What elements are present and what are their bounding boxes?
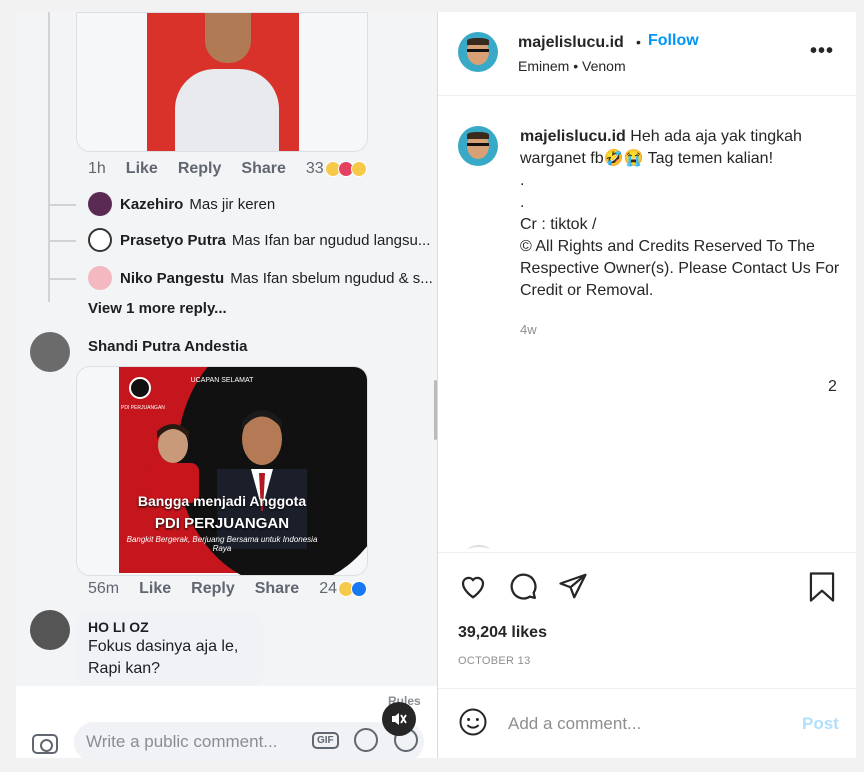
camera-icon — [32, 734, 58, 754]
thread-branch — [48, 240, 76, 242]
comment-text: Fokus dasinya aja le, — [88, 638, 239, 655]
reply-text: Mas Ifan bar ngudud langsu... — [231, 231, 431, 249]
likes-count[interactable]: 39,204 likes — [458, 624, 547, 642]
reply-item: Kazehiro Mas jir keren — [88, 192, 275, 216]
emoji-icon[interactable] — [458, 707, 488, 737]
post-username[interactable]: majelislucu.id — [518, 34, 624, 52]
reply-link: Reply — [177, 160, 222, 177]
reply-item: Prasetyo Putra Mas Ifan bar ngudud langs… — [88, 228, 430, 252]
avatar — [88, 192, 112, 216]
caption-text: © All Rights and Credits Reserved To The… — [520, 238, 840, 299]
reply-item: Niko Pangestu Mas Ifan sbelum ngudud & s… — [88, 266, 433, 290]
caption-text: warganet fb🤣😭 Tag temen kalian! — [520, 150, 774, 167]
audio-label[interactable]: Eminem • Venom — [518, 58, 626, 74]
post-media[interactable]: 1h Like Reply Share 33 Kazehiro Mas jir … — [16, 12, 438, 758]
reaction-count: 33 — [305, 160, 324, 177]
caption-text: . — [520, 194, 525, 211]
poster-party: PDI PERJUANGAN — [154, 515, 290, 532]
avatar[interactable] — [458, 126, 498, 166]
comment-bubble: HO LI OZ Fokus dasinya aja le, Rapi kan? — [76, 610, 264, 688]
poster-top-text: UCAPAN SELAMAT — [190, 377, 254, 384]
reply-author: Kazehiro — [120, 195, 184, 213]
share-link: Share — [241, 160, 286, 177]
reaction-count: 24 — [319, 580, 337, 597]
poster-headline: Bangga menjadi Anggota — [137, 493, 307, 509]
comment-poster-image: PDI PERJUANGAN UCAPAN SELAMAT Bangga men… — [76, 366, 368, 576]
avatar — [88, 228, 112, 252]
post-date[interactable]: OCTOBER 13 — [458, 655, 531, 667]
comment-time: 56m — [88, 580, 120, 597]
like-link: Like — [139, 580, 172, 597]
reply-text: Mas Ifan sbelum ngudud & s... — [230, 269, 433, 287]
heart-icon[interactable] — [458, 571, 488, 601]
comment-meta-row: 56m Like Reply Share 24 — [88, 580, 387, 598]
gif-icon: GIF — [312, 732, 339, 749]
caption-text: Cr : tiktok / — [520, 216, 597, 233]
woman-figure — [147, 424, 199, 503]
share-icon[interactable] — [558, 571, 588, 601]
reply-text: Mas jir keren — [189, 195, 276, 213]
reply-author: Niko Pangestu — [120, 269, 225, 287]
comment-text: Rapi kan? — [88, 660, 161, 677]
view-more-replies: View 1 more reply... — [88, 300, 227, 317]
share-link: Share — [254, 580, 300, 597]
comment-photo — [76, 12, 368, 152]
comment-bar — [438, 688, 856, 758]
post-sidebar: majelislucu.id • Follow Eminem • Venom •… — [438, 12, 856, 758]
bookmark-icon[interactable] — [808, 571, 836, 603]
comment-input[interactable]: Add a comment... — [508, 714, 641, 734]
avatar — [30, 332, 70, 372]
separator: • — [636, 34, 641, 50]
caption-text: Heh ada aja yak tingkah — [630, 128, 802, 145]
thread-branch — [48, 278, 76, 280]
comment-author: HO LI OZ — [88, 619, 149, 635]
scrollbar — [434, 380, 437, 440]
thread-branch — [48, 204, 76, 206]
post-button[interactable]: Post — [802, 714, 839, 734]
like-link: Like — [125, 160, 158, 177]
caption: majelislucu.id Heh ada aja yak tingkah w… — [520, 126, 850, 302]
more-options-icon[interactable]: ••• — [810, 40, 834, 63]
avatar — [30, 610, 70, 650]
avatar[interactable] — [458, 32, 498, 72]
follow-button[interactable]: Follow — [648, 32, 699, 50]
reply-author: Prasetyo Putra — [120, 231, 226, 249]
sticker-icon — [354, 728, 378, 752]
avatar — [88, 266, 112, 290]
comment-author: Shandi Putra Andestia — [88, 338, 248, 355]
poster-party-label: PDI PERJUANGAN — [121, 405, 165, 411]
caption-age[interactable]: 4w — [520, 322, 537, 337]
fb-comment-screenshot: 1h Like Reply Share 33 Kazehiro Mas jir … — [16, 12, 437, 758]
comment-meta-row: 1h Like Reply Share 33 — [88, 160, 387, 178]
reply-link: Reply — [191, 580, 235, 597]
caption-username[interactable]: majelislucu.id — [520, 128, 626, 145]
caption-text: . — [520, 172, 525, 189]
poster-tagline: Bangkit Bergerak, Berjuang Bersama untuk… — [126, 535, 318, 553]
thread-line — [48, 12, 50, 302]
mute-icon[interactable] — [382, 702, 416, 736]
post-header: majelislucu.id • Follow Eminem • Venom •… — [438, 12, 856, 96]
stray-number: 2 — [828, 378, 837, 395]
comment-time: 1h — [88, 160, 106, 177]
reaction-icons — [337, 581, 367, 597]
reaction-icons — [324, 161, 367, 177]
comment-icon[interactable] — [508, 571, 538, 601]
